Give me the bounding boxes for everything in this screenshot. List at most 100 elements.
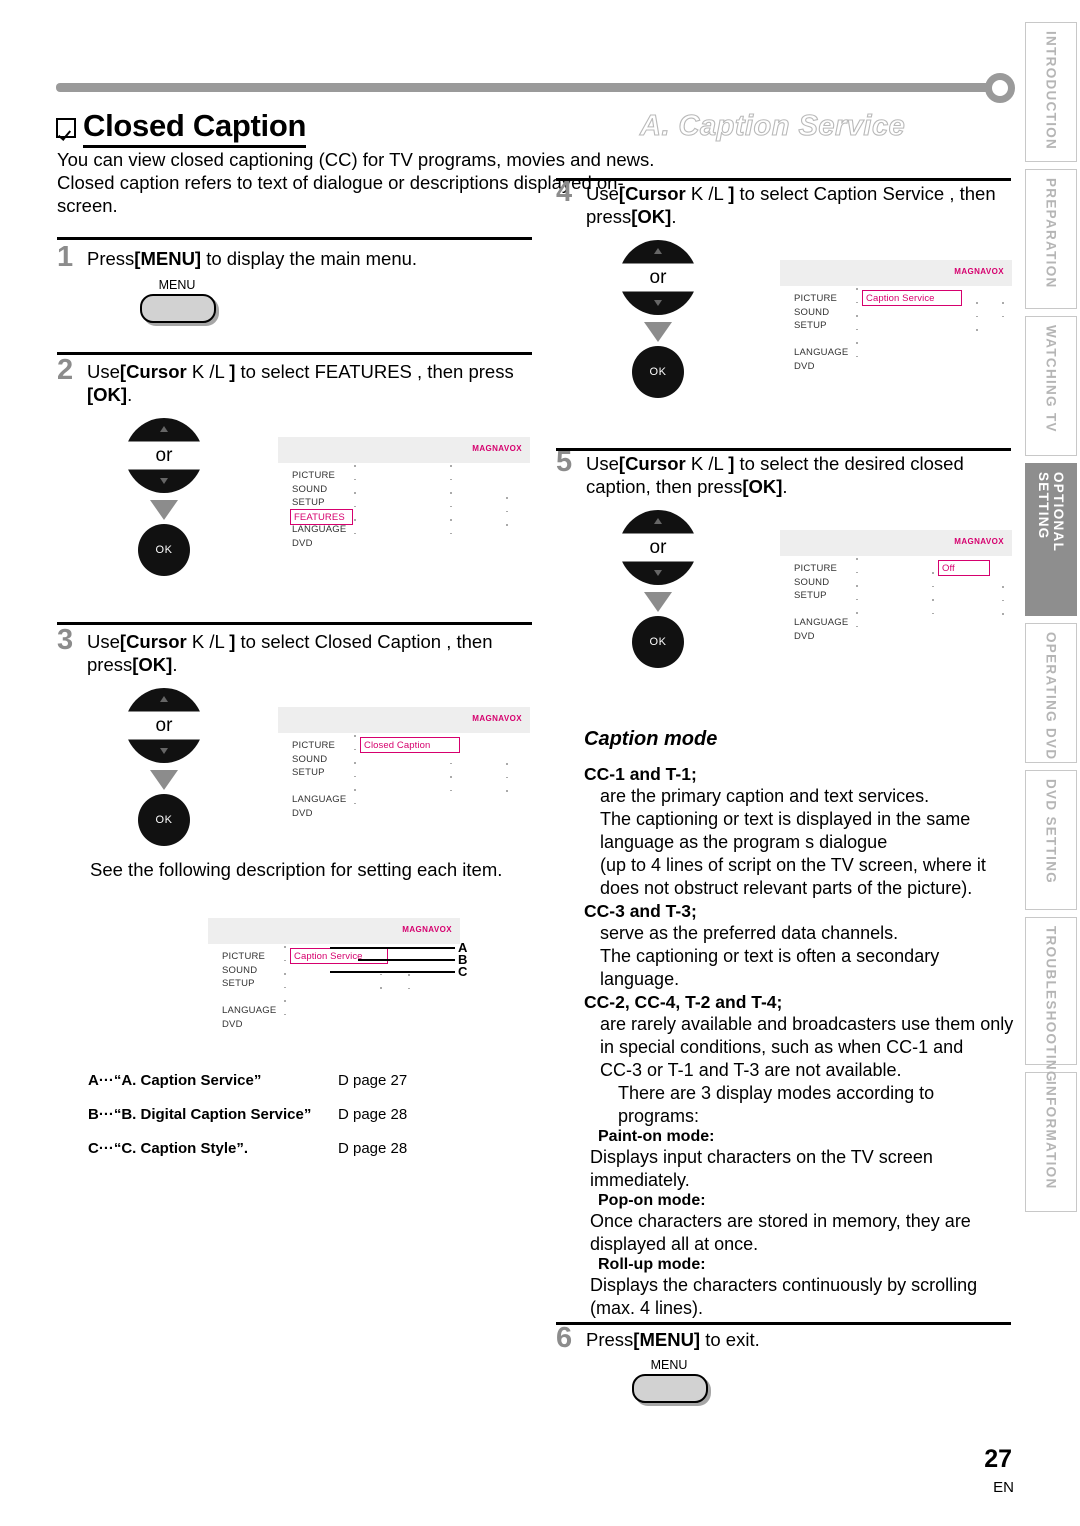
divider-step1 — [57, 237, 532, 240]
tv-menu-selection-features[interactable]: FEATURES — [290, 509, 353, 525]
menu-key-step1[interactable]: MENU — [140, 278, 216, 323]
tab-watching-tv[interactable]: WATCHING TV — [1025, 316, 1077, 456]
tv-menu-item-dvd[interactable]: DVD — [794, 630, 848, 644]
tv-menu-item-language[interactable]: LANGUAGE — [292, 523, 346, 537]
tv-menu-item-picture[interactable]: PICTURE — [292, 469, 346, 483]
tv-menu-item-sound[interactable]: SOUND — [222, 964, 276, 978]
step-6: 6 Press[MENU] to exit. — [556, 1324, 1016, 1353]
tv-menu-item-dvd[interactable]: DVD — [292, 807, 346, 821]
tv-menu-selection-caption-service[interactable]: Caption Service — [290, 948, 388, 964]
menu-key-button[interactable] — [140, 294, 216, 323]
step-3: 3 Use[Cursor K /L ] to select Closed Cap… — [57, 626, 547, 676]
step-6-text-c: to exit. — [700, 1329, 760, 1350]
caption-mode-term-cc3: CC-3 and T-3; — [584, 901, 697, 921]
or-label-step2: or — [155, 445, 173, 466]
tv-menu-item-sound[interactable]: SOUND — [292, 753, 346, 767]
tab-introduction[interactable]: INTRODUCTION — [1025, 22, 1077, 162]
display-mode-desc: Displays input characters on the TV scre… — [590, 1147, 933, 1167]
tab-label: OPERATING DVD — [1043, 632, 1059, 761]
ok-button[interactable]: OK — [632, 616, 684, 668]
tv-menu-item-picture[interactable]: PICTURE — [794, 292, 848, 306]
tv-menu-item-sound[interactable]: SOUND — [794, 306, 848, 320]
tv-menu-item-setup[interactable]: SETUP — [292, 766, 346, 780]
tv-menu-item-language[interactable]: LANGUAGE — [794, 616, 848, 630]
tv-menu-item-dvd[interactable]: DVD — [222, 1018, 276, 1032]
callout-label-c: C — [458, 964, 468, 979]
tab-optional-setting[interactable]: OPTIONAL SETTING — [1025, 463, 1077, 616]
tv-menu-selection-off[interactable]: Off — [938, 560, 990, 576]
step-5-text-c: K /L — [685, 453, 729, 474]
step-3-text-a: Use — [87, 631, 120, 652]
tv-menu-dots-col3 — [506, 497, 508, 538]
cursor-up-button[interactable] — [124, 688, 204, 712]
step-4: 4 Use[Cursor K /L ] to select Caption Se… — [556, 178, 1016, 228]
cursor-up-button[interactable] — [618, 240, 698, 264]
tv-menu-item-setup[interactable]: SETUP — [292, 496, 346, 510]
tv-menu-spacer — [222, 991, 276, 1005]
tab-troubleshooting[interactable]: TROUBLESHOOTING — [1025, 917, 1077, 1083]
legend-key-b: B···“B. Digital Caption Service” — [88, 1106, 312, 1123]
step-5-text: Use[Cursor K /L ] to select the desired … — [586, 452, 1026, 498]
cursor-cluster-step3[interactable]: or OK — [118, 688, 210, 846]
tv-menu-dots-col2 — [932, 572, 934, 626]
tv-menu-item-setup[interactable]: SETUP — [794, 589, 848, 603]
cursor-cluster-step4[interactable]: or OK — [612, 240, 704, 398]
tv-menu-selection-closed-caption[interactable]: Closed Caption — [360, 737, 460, 753]
legend-page-a: D page 27 — [338, 1072, 408, 1089]
menu-key-label: MENU — [158, 278, 196, 292]
page-language: EN — [993, 1479, 1014, 1496]
tv-menu-item-picture[interactable]: PICTURE — [292, 739, 346, 753]
display-mode-term-roll-up: Roll-up mode: — [598, 1256, 706, 1273]
display-mode-desc: Displays the characters continuously by … — [590, 1275, 978, 1295]
step-5-number: 5 — [556, 446, 573, 478]
tv-menu-item-sound[interactable]: SOUND — [292, 483, 346, 497]
cursor-up-button[interactable] — [124, 418, 204, 442]
legend-page-b: D page 28 — [338, 1106, 408, 1123]
menu-key-button[interactable] — [632, 1374, 708, 1403]
cursor-down-button[interactable] — [618, 561, 698, 585]
step-6-text-a: Press — [586, 1329, 634, 1350]
step-2-text-e: to select FEATURES , then press — [235, 361, 514, 382]
tv-menu-step3: MAGNAVOX PICTURE SOUND SETUP LANGUAGE DV… — [278, 707, 530, 819]
menu-key-step6[interactable]: MENU — [632, 1358, 708, 1403]
cursor-down-button[interactable] — [618, 291, 698, 315]
cursor-cluster-step5[interactable]: or OK — [612, 510, 704, 668]
tv-menu-item-picture[interactable]: PICTURE — [794, 562, 848, 576]
step-6-key: [MENU] — [633, 1329, 701, 1350]
tab-information[interactable]: INFORMATION — [1025, 1072, 1077, 1212]
cursor-cluster-step2[interactable]: or OK — [118, 418, 210, 576]
tab-preparation[interactable]: PREPARATION — [1025, 169, 1077, 309]
tv-menu-item-language[interactable]: LANGUAGE — [794, 346, 848, 360]
cursor-up-button[interactable] — [618, 510, 698, 534]
tv-menu-item-language[interactable]: LANGUAGE — [292, 793, 346, 807]
tab-operating-dvd[interactable]: OPERATING DVD — [1025, 623, 1077, 763]
ok-button[interactable]: OK — [138, 524, 190, 576]
or-label-step3: or — [155, 715, 173, 736]
display-modes-intro: There are 3 display modes according to p… — [618, 1083, 935, 1126]
cursor-down-button[interactable] — [124, 739, 204, 763]
display-mode-term-paint-on: Paint-on mode: — [598, 1128, 715, 1145]
tv-menu-spacer — [292, 780, 346, 794]
tv-menu-dots-col2 — [450, 749, 452, 803]
tab-label: DVD SETTING — [1043, 779, 1059, 885]
tv-menu-item-picture[interactable]: PICTURE — [222, 950, 276, 964]
callout-line-c — [330, 971, 455, 973]
tv-menu-categories: PICTURE SOUND SETUP LANGUAGE DVD — [292, 739, 346, 820]
tv-menu-selection-caption-service[interactable]: Caption Service — [862, 290, 962, 306]
magnavox-logo: MAGNAVOX — [402, 925, 452, 934]
tv-menu-item-setup[interactable]: SETUP — [222, 977, 276, 991]
caption-mode-desc: serve as the preferred data channels. — [600, 923, 899, 943]
cursor-down-button[interactable] — [124, 469, 204, 493]
tv-menu-dots-col1 — [354, 735, 356, 816]
tv-menu-item-language[interactable]: LANGUAGE — [222, 1004, 276, 1018]
caption-mode-desc: The captioning or text is displayed in t… — [600, 809, 971, 829]
tv-menu-item-dvd[interactable]: DVD — [292, 537, 346, 551]
step-1-text-c: to display the main menu. — [201, 248, 418, 269]
legend-page-c: D page 28 — [338, 1140, 408, 1157]
tab-dvd-setting[interactable]: DVD SETTING — [1025, 770, 1077, 910]
tv-menu-item-setup[interactable]: SETUP — [794, 319, 848, 333]
ok-button[interactable]: OK — [632, 346, 684, 398]
tv-menu-item-dvd[interactable]: DVD — [794, 360, 848, 374]
ok-button[interactable]: OK — [138, 794, 190, 846]
tv-menu-item-sound[interactable]: SOUND — [794, 576, 848, 590]
